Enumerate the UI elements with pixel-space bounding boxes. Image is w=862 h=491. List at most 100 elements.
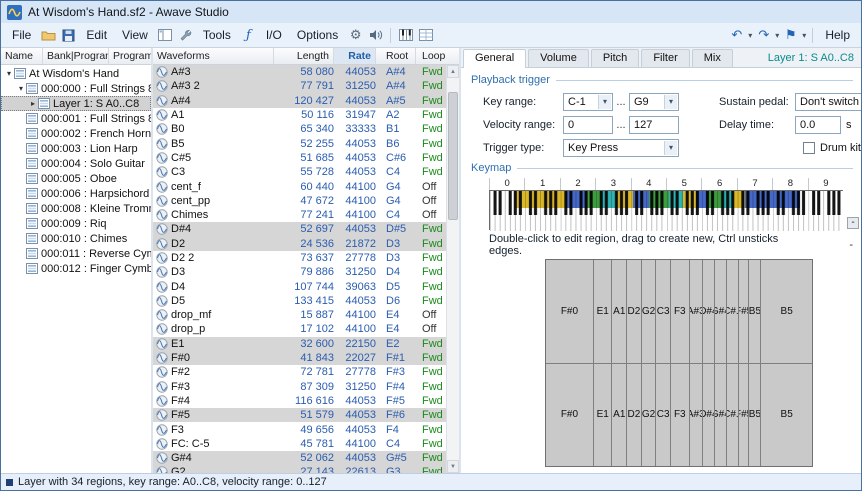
tree-column-program[interactable]: Program bbox=[109, 48, 151, 64]
delay-time-field[interactable]: 0.0 bbox=[795, 116, 841, 134]
keymap-region[interactable]: G#4 bbox=[715, 260, 727, 363]
menu-edit[interactable]: Edit bbox=[79, 25, 114, 45]
trigger-type-combo[interactable]: Key Press ▾ bbox=[563, 139, 679, 157]
caret-right-icon[interactable]: ▸ bbox=[28, 99, 38, 108]
tree-item[interactable]: 000:001 : Full Strings 89 bbox=[1, 111, 151, 126]
keymap-region[interactable]: D#4 bbox=[703, 364, 715, 467]
waveform-row[interactable]: C355 72844053C4Fwd bbox=[153, 165, 446, 179]
caret-down-icon[interactable]: ▾ bbox=[4, 69, 14, 78]
velocity-from-field[interactable]: 0 bbox=[563, 116, 613, 134]
piano-keyboard[interactable] bbox=[489, 190, 843, 230]
waveform-row[interactable]: drop_mf15 88744100E4Off bbox=[153, 308, 446, 322]
keymap-region[interactable]: F#0 bbox=[546, 260, 594, 363]
scroll-down-icon[interactable]: ▼ bbox=[447, 460, 459, 473]
keymap-region[interactable]: G2 bbox=[642, 364, 657, 467]
waveform-row[interactable]: D2 273 63727778D3Fwd bbox=[153, 251, 446, 265]
waveform-row[interactable]: C#551 68544053C#6Fwd bbox=[153, 151, 446, 165]
tab-general[interactable]: General bbox=[463, 49, 526, 68]
tree-item[interactable]: 000:004 : Solo Guitar bbox=[1, 156, 151, 171]
tree-item[interactable]: 000:009 : Riq bbox=[1, 216, 151, 231]
keymap-region[interactable]: D2 bbox=[627, 364, 642, 467]
piano-view-icon[interactable] bbox=[396, 26, 415, 45]
keymap-region[interactable]: A#3 bbox=[690, 364, 703, 467]
keymap-region[interactable]: B5 bbox=[761, 364, 812, 467]
waveform-row[interactable]: G227 14322613G3Fwd bbox=[153, 465, 446, 473]
region-map[interactable]: F#0E1A1D2G2C3F3A#3D#4G#4C#..F#5B5B5F#0E1… bbox=[545, 259, 813, 467]
tree-item[interactable]: 000:002 : French Horns bbox=[1, 126, 151, 141]
redo-icon[interactable]: ↷ bbox=[754, 26, 773, 45]
keymap-region[interactable]: B5 bbox=[749, 260, 761, 363]
keymap-region[interactable]: G#4 bbox=[715, 364, 727, 467]
waveform-row[interactable]: F#387 30931250F#4Fwd bbox=[153, 380, 446, 394]
scroll-up-icon[interactable]: ▲ bbox=[447, 65, 459, 78]
keymap-region[interactable]: E1 bbox=[594, 364, 613, 467]
waveform-row[interactable]: A#3 277 79131250A#4Fwd bbox=[153, 79, 446, 93]
waveform-row[interactable]: D379 88631250D4Fwd bbox=[153, 265, 446, 279]
tab-pitch[interactable]: Pitch bbox=[591, 49, 639, 67]
tree-column-name[interactable]: Name bbox=[1, 48, 43, 64]
keymap-region[interactable]: E1 bbox=[594, 260, 613, 363]
waveform-row[interactable]: B065 34033333B1Fwd bbox=[153, 122, 446, 136]
tree-item[interactable]: ▸Layer 1: S A0..C8 bbox=[1, 96, 151, 111]
bookmark-icon[interactable]: ⚑ bbox=[781, 26, 800, 45]
keymap-region[interactable]: F3 bbox=[671, 364, 690, 467]
undo-icon[interactable]: ↶ bbox=[727, 26, 746, 45]
keymap-region[interactable]: C3 bbox=[656, 364, 671, 467]
tree-item[interactable]: ▾000:000 : Full Strings 88 bbox=[1, 81, 151, 96]
scrollbar-track[interactable] bbox=[447, 78, 459, 460]
menu-view[interactable]: View bbox=[115, 25, 155, 45]
waveform-row[interactable]: F#041 84322027F#1Fwd bbox=[153, 351, 446, 365]
keymap-region[interactable]: F#5 bbox=[739, 260, 750, 363]
waveform-row[interactable]: F#272 78127778F#3Fwd bbox=[153, 365, 446, 379]
key-range-from-combo[interactable]: C-1 ▾ bbox=[563, 93, 613, 111]
tree-item[interactable]: 000:012 : Finger Cymbal bbox=[1, 261, 151, 276]
grid-view-icon[interactable] bbox=[416, 26, 435, 45]
bookmark-menu-caret-icon[interactable]: ▾ bbox=[801, 31, 807, 40]
column-rate[interactable]: Rate bbox=[334, 48, 376, 64]
menu-options[interactable]: Options bbox=[290, 25, 345, 45]
tab-filter[interactable]: Filter bbox=[641, 49, 689, 67]
tree-item[interactable]: 000:010 : Chimes bbox=[1, 231, 151, 246]
combo-arrow-icon[interactable]: ▾ bbox=[598, 95, 611, 109]
redo-menu-caret-icon[interactable]: ▾ bbox=[774, 31, 780, 40]
keymap-region[interactable]: C#.. bbox=[727, 364, 739, 467]
waveform-row[interactable]: B552 25544053B6Fwd bbox=[153, 136, 446, 150]
keymap-region[interactable]: F#5 bbox=[739, 364, 750, 467]
waveform-row[interactable]: cent_f60 44044100G4Off bbox=[153, 179, 446, 193]
keymap-region[interactable]: A1 bbox=[612, 364, 627, 467]
undo-menu-caret-icon[interactable]: ▾ bbox=[747, 31, 753, 40]
waveform-row[interactable]: drop_p17 10244100E4Off bbox=[153, 322, 446, 336]
menu-file[interactable]: File bbox=[5, 25, 38, 45]
waveform-row[interactable]: F349 65644053F4Fwd bbox=[153, 422, 446, 436]
keymap-region[interactable]: C#.. bbox=[727, 260, 739, 363]
column-root[interactable]: Root bbox=[376, 48, 416, 64]
gear-icon[interactable]: ⚙ bbox=[346, 26, 365, 45]
waveform-row[interactable]: A#358 08044053A#4Fwd bbox=[153, 65, 446, 79]
keymap-region[interactable]: B5 bbox=[749, 364, 761, 467]
keymap-region[interactable]: D2 bbox=[627, 260, 642, 363]
keymap-region[interactable]: G2 bbox=[642, 260, 657, 363]
speaker-icon[interactable] bbox=[366, 26, 385, 45]
drum-kit-view-checkbox[interactable] bbox=[803, 142, 815, 154]
waveform-row[interactable]: D224 53621872D3Fwd bbox=[153, 237, 446, 251]
tree-item[interactable]: 000:008 : Kleine Trommel bbox=[1, 201, 151, 216]
tree-item[interactable]: 000:011 : Reverse Cymbal bbox=[1, 246, 151, 261]
menu-tools[interactable]: Tools bbox=[196, 25, 238, 45]
waveform-row[interactable]: E132 60022150E2Fwd bbox=[153, 337, 446, 351]
key-range-to-combo[interactable]: G9 ▾ bbox=[629, 93, 679, 111]
caret-down-icon[interactable]: ▾ bbox=[16, 84, 26, 93]
waveform-row[interactable]: D#452 69744053D#5Fwd bbox=[153, 222, 446, 236]
column-waveforms[interactable]: Waveforms bbox=[153, 48, 274, 64]
tree-item[interactable]: 000:006 : Harpsichord bbox=[1, 186, 151, 201]
waveform-row[interactable]: D5133 41544053D6Fwd bbox=[153, 294, 446, 308]
keymap-region[interactable]: A1 bbox=[612, 260, 627, 363]
keymap-region[interactable]: A#3 bbox=[690, 260, 703, 363]
combo-arrow-icon[interactable]: ▾ bbox=[664, 141, 677, 155]
tree-column-bank-program[interactable]: Bank|Program bbox=[43, 48, 109, 64]
tree-item[interactable]: 000:005 : Oboe bbox=[1, 171, 151, 186]
waveform-row[interactable]: D4107 74439063D5Fwd bbox=[153, 279, 446, 293]
keymap-region[interactable]: C3 bbox=[656, 260, 671, 363]
keymap-region[interactable]: F#0 bbox=[546, 364, 594, 467]
waveform-row[interactable]: A#4120 42744053A#5Fwd bbox=[153, 94, 446, 108]
waveform-row[interactable]: Chimes77 24144100C4Off bbox=[153, 208, 446, 222]
